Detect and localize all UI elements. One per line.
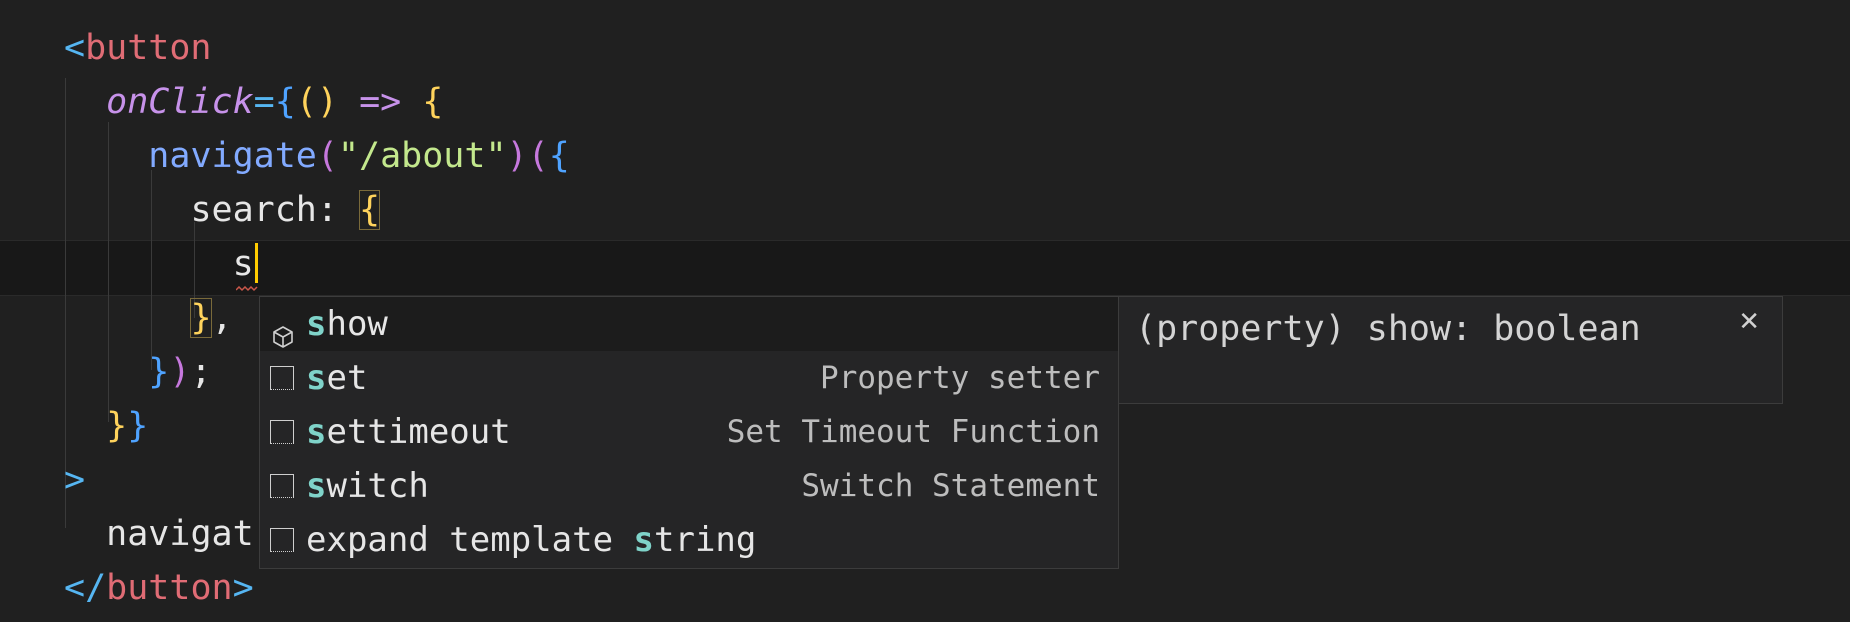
- code-token: button: [85, 28, 212, 68]
- suggest-item[interactable]: switch Switch Statement: [260, 459, 1118, 513]
- code-token: ): [169, 352, 191, 392]
- suggest-item-label: show: [306, 297, 388, 351]
- close-icon[interactable]: ✕: [1738, 307, 1760, 337]
- suggest-item-label: set: [306, 351, 367, 405]
- code-token: ,: [211, 298, 233, 338]
- suggest-label-part: s: [306, 358, 327, 398]
- suggest-item-detail: Property setter: [820, 360, 1100, 396]
- code-token: (: [527, 136, 549, 176]
- suggest-item[interactable]: show: [260, 297, 1118, 351]
- details-text: (property) show: boolean: [1135, 309, 1641, 349]
- snippet-icon: [270, 420, 294, 444]
- code-token: ): [506, 136, 528, 176]
- code-token: {: [548, 136, 570, 176]
- code-line[interactable]: },: [64, 291, 233, 345]
- code-token: }: [106, 406, 128, 446]
- code-token: ): [316, 82, 338, 122]
- current-line-highlight: [0, 240, 1850, 296]
- code-token: button: [106, 568, 233, 608]
- code-token: {: [422, 82, 444, 122]
- code-token: "/about": [337, 136, 507, 176]
- code-token: (: [295, 82, 317, 122]
- code-line[interactable]: }}: [64, 399, 148, 453]
- suggest-label-part: expand template: [306, 520, 634, 560]
- code-token: <: [64, 28, 86, 68]
- suggest-details-panel: (property) show: boolean ✕: [1119, 296, 1783, 404]
- suggest-item[interactable]: expand template string: [260, 513, 1118, 567]
- property-icon: [270, 312, 294, 348]
- suggest-label-part: ettimeout: [326, 412, 511, 452]
- code-line[interactable]: </button>: [64, 561, 254, 615]
- suggest-item-label: expand template string: [306, 513, 756, 567]
- code-token: search: [190, 190, 317, 230]
- suggest-label-part: s: [633, 520, 654, 560]
- code-token: {: [274, 82, 296, 122]
- code-token: {: [359, 190, 381, 230]
- code-line[interactable]: onClick={() => {: [64, 75, 443, 129]
- text-cursor: [254, 243, 258, 283]
- code-token: s: [232, 244, 254, 284]
- code-line[interactable]: s: [64, 237, 258, 291]
- error-squiggle: [236, 286, 258, 292]
- suggest-item[interactable]: set Property setter: [260, 351, 1118, 405]
- code-token: (: [316, 136, 338, 176]
- code-line[interactable]: navigat: [64, 507, 254, 561]
- snippet-icon: [270, 474, 294, 498]
- code-line[interactable]: });: [64, 345, 212, 399]
- code-line[interactable]: search: {: [64, 183, 381, 237]
- suggest-item-detail: Set Timeout Function: [726, 414, 1100, 450]
- code-token: :: [316, 190, 360, 230]
- suggest-label-part: s: [306, 412, 327, 452]
- code-token: =: [253, 82, 275, 122]
- code-line[interactable]: navigate("/about")({: [64, 129, 570, 183]
- code-token: >: [64, 460, 86, 500]
- suggest-label-part: s: [306, 304, 327, 344]
- suggest-item-label: switch: [306, 459, 429, 513]
- code-token: </: [64, 568, 107, 608]
- code-line[interactable]: <button: [64, 21, 212, 75]
- suggest-label-part: how: [326, 304, 388, 344]
- suggest-label-part: witch: [326, 466, 429, 506]
- code-token: navigate: [148, 136, 317, 176]
- code-token: >: [232, 568, 254, 608]
- code-token: =>: [359, 82, 402, 122]
- snippet-icon: [270, 366, 294, 390]
- code-token: }: [148, 352, 170, 392]
- suggest-label-part: et: [326, 358, 368, 398]
- snippet-icon: [270, 528, 294, 552]
- code-token: ;: [190, 352, 212, 392]
- code-token: onClick: [106, 82, 254, 122]
- suggest-widget[interactable]: show set Property setter settimeout Set Time…: [259, 296, 1119, 569]
- suggest-label-part: s: [306, 466, 327, 506]
- code-token: }: [127, 406, 149, 446]
- suggest-item[interactable]: settimeout Set Timeout Function: [260, 405, 1118, 459]
- suggest-item-label: settimeout: [306, 405, 511, 459]
- code-token: }: [190, 298, 212, 338]
- code-line[interactable]: >: [64, 453, 85, 507]
- suggest-item-detail: Switch Statement: [801, 468, 1100, 504]
- suggest-label-part: tring: [654, 520, 757, 560]
- code-token: navigat: [106, 514, 254, 554]
